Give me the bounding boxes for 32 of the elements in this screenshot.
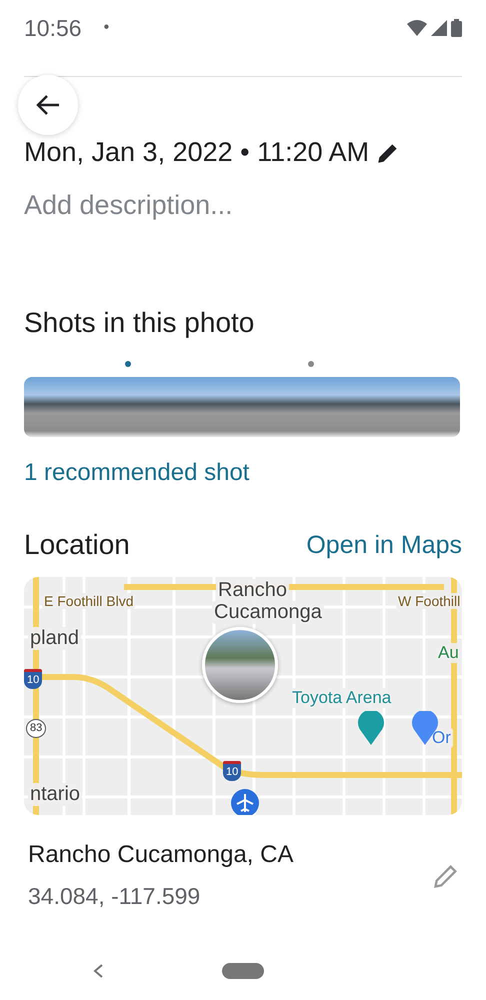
recommended-shot-link[interactable]: 1 recommended shot bbox=[24, 459, 250, 487]
back-button[interactable] bbox=[18, 75, 78, 135]
map-label: W Foothill bbox=[396, 593, 462, 610]
route-shield: 10 bbox=[24, 669, 42, 689]
map-label: pland bbox=[28, 627, 81, 650]
section-title: Location bbox=[24, 529, 130, 561]
notification-dot: • bbox=[104, 19, 110, 37]
route-shield: 83 bbox=[26, 719, 46, 738]
map[interactable]: E Foothill Blvd Rancho Cucamonga W Foothill pland Au Toyota Arena Or ntario 10 83 10 bbox=[24, 577, 462, 815]
open-in-maps-link[interactable]: Open in Maps bbox=[306, 530, 462, 560]
home-nav-button[interactable] bbox=[222, 963, 264, 979]
section-title: Shots in this photo bbox=[24, 307, 256, 339]
back-nav-button[interactable] bbox=[92, 963, 104, 979]
map-label: ntario bbox=[28, 783, 82, 806]
status-time: 10:56 bbox=[24, 14, 82, 42]
photo-placeholder[interactable] bbox=[202, 627, 278, 703]
map-label: Toyota Arena bbox=[290, 688, 394, 708]
map-label: E Foothill Blvd bbox=[42, 593, 136, 610]
arena-pin-icon bbox=[358, 711, 384, 745]
map-label: Au bbox=[436, 643, 461, 663]
airport-icon bbox=[231, 789, 259, 815]
wifi-icon bbox=[407, 20, 427, 36]
photo-strip[interactable] bbox=[24, 377, 460, 437]
place-name: Rancho Cucamonga, CA bbox=[28, 841, 294, 869]
map-label: Rancho bbox=[216, 579, 289, 602]
back-arrow-icon bbox=[36, 94, 60, 116]
signal-icon bbox=[431, 20, 447, 36]
coordinates: 34.084, -117.599 bbox=[28, 883, 202, 910]
battery-icon bbox=[451, 19, 462, 37]
map-label: Cucamonga bbox=[212, 601, 324, 624]
date-time: Mon, Jan 3, 2022 • 11:20 AM bbox=[24, 137, 370, 168]
route-shield: 10 bbox=[223, 761, 242, 781]
